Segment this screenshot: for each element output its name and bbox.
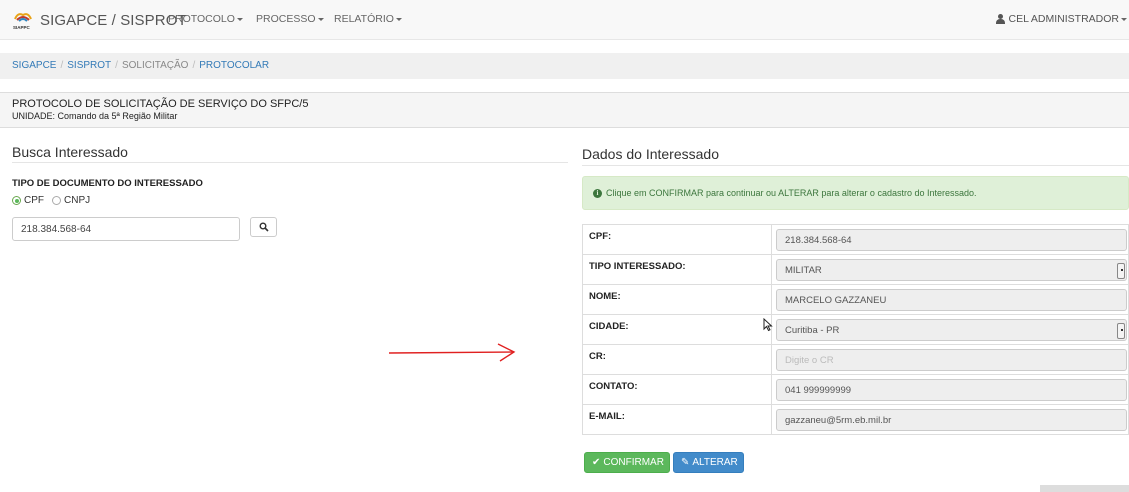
contato-label: CONTATO: [582,374,772,405]
table-row: E-MAIL: gazzaneu@5rm.eb.mil.br [582,404,1129,435]
menu-protocolo[interactable]: PROTOCOLO [168,13,243,25]
radio-cpf-label[interactable]: CPF [24,195,44,206]
table-row: CONTATO: 041 999999999 [582,374,1129,405]
document-search-input[interactable] [12,217,240,241]
table-row: TIPO INTERESSADO: MILITAR [582,254,1129,285]
menu-processo[interactable]: PROCESSO [256,13,324,25]
interessado-table: CPF: 218.384.568-64 TIPO INTERESSADO: MI… [582,224,1129,435]
divider [582,165,1129,166]
nome-field[interactable]: MARCELO GAZZANEU [776,289,1127,311]
info-alert: i Clique em CONFIRMAR para continuar ou … [582,176,1129,210]
nome-label: NOME: [582,284,772,315]
breadcrumb-separator: / [192,60,196,71]
top-navbar: SIAPPC SIGAPCE / SISPROT PROTOCOLO PROCE… [0,0,1129,40]
tipo-interessado-select[interactable]: MILITAR [776,259,1127,281]
cr-label: CR: [582,344,772,375]
breadcrumb: SIGAPCE / SISPROT / SOLICITAÇÃO / PROTOCOLAR [0,53,1129,79]
page-header: PROTOCOLO DE SOLICITAÇÃO DE SERVIÇO DO S… [0,92,1129,128]
overlay-chip [1040,485,1129,492]
contato-field[interactable]: 041 999999999 [776,379,1127,401]
cr-field[interactable]: Digite o CR [776,349,1127,371]
user-menu[interactable]: CEL ADMINISTRADOR [995,13,1127,25]
busca-section-title: Busca Interessado [12,144,128,160]
alter-label: ALTERAR [692,457,738,468]
menu-processo-label: PROCESSO [256,13,316,25]
menu-relatorio[interactable]: RELATÓRIO [334,13,402,25]
cpf-label: CPF: [582,224,772,255]
caret-down-icon [236,17,243,21]
doc-type-radio-group: CPF CNPJ [12,195,98,206]
tipo-interessado-label: TIPO INTERESSADO: [582,254,772,285]
divider [12,162,568,163]
menu-relatorio-label: RELATÓRIO [334,13,394,25]
radio-cpf[interactable] [12,196,21,205]
radio-cnpj-label[interactable]: CNPJ [64,195,90,206]
user-name: CEL ADMINISTRADOR [1008,13,1119,25]
cpf-field[interactable]: 218.384.568-64 [776,229,1127,251]
radio-cnpj[interactable] [52,196,61,205]
svg-text:SIAPPC: SIAPPC [13,25,31,30]
dados-section-title: Dados do Interessado [582,146,719,162]
email-label: E-MAIL: [582,404,772,435]
search-button[interactable] [250,217,277,237]
caret-down-icon [395,17,402,21]
red-arrow-annotation [388,343,516,362]
page-title: PROTOCOLO DE SOLICITAÇÃO DE SERVIÇO DO S… [12,98,309,110]
breadcrumb-sisprot[interactable]: SISPROT [67,60,111,71]
breadcrumb-separator: / [115,60,118,71]
cidade-select[interactable]: Curitiba - PR [776,319,1127,341]
breadcrumb-separator: / [60,60,64,71]
email-field[interactable]: gazzaneu@5rm.eb.mil.br [776,409,1127,431]
doc-type-label: TIPO DE DOCUMENTO DO INTERESSADO [12,178,203,189]
table-row: CR: Digite o CR [582,344,1129,375]
breadcrumb-solicitacao: SOLICITAÇÃO [121,60,189,71]
check-icon: ✔ [592,457,601,468]
table-row: CPF: 218.384.568-64 [582,224,1129,255]
siappc-logo-icon: SIAPPC [12,10,34,30]
info-icon: i [593,188,602,198]
alert-text: Clique em CONFIRMAR para continuar ou AL… [606,188,977,198]
table-row: CIDADE: Curitiba - PR [582,314,1129,345]
cidade-label: CIDADE: [582,314,772,345]
confirm-label: CONFIRMAR [603,457,664,468]
brand[interactable]: SIAPPC SIGAPCE / SISPROT [12,10,187,31]
breadcrumb-sigapce[interactable]: SIGAPCE [12,60,56,71]
alter-button[interactable]: ✎ ALTERAR [673,452,744,473]
page-unit: UNIDADE: Comando da 5ª Região Militar [12,111,178,121]
caret-down-icon [1121,17,1127,21]
brand-title: SIGAPCE / SISPROT [40,11,187,29]
user-icon [995,14,1005,24]
mouse-cursor-icon [763,318,773,332]
menu-protocolo-label: PROTOCOLO [168,13,235,25]
pencil-icon: ✎ [681,457,690,468]
caret-down-icon [317,17,324,21]
table-row: NOME: MARCELO GAZZANEU [582,284,1129,315]
breadcrumb-protocolar[interactable]: PROTOCOLAR [199,60,269,71]
search-icon [259,222,269,232]
confirm-button[interactable]: ✔ CONFIRMAR [584,452,670,473]
